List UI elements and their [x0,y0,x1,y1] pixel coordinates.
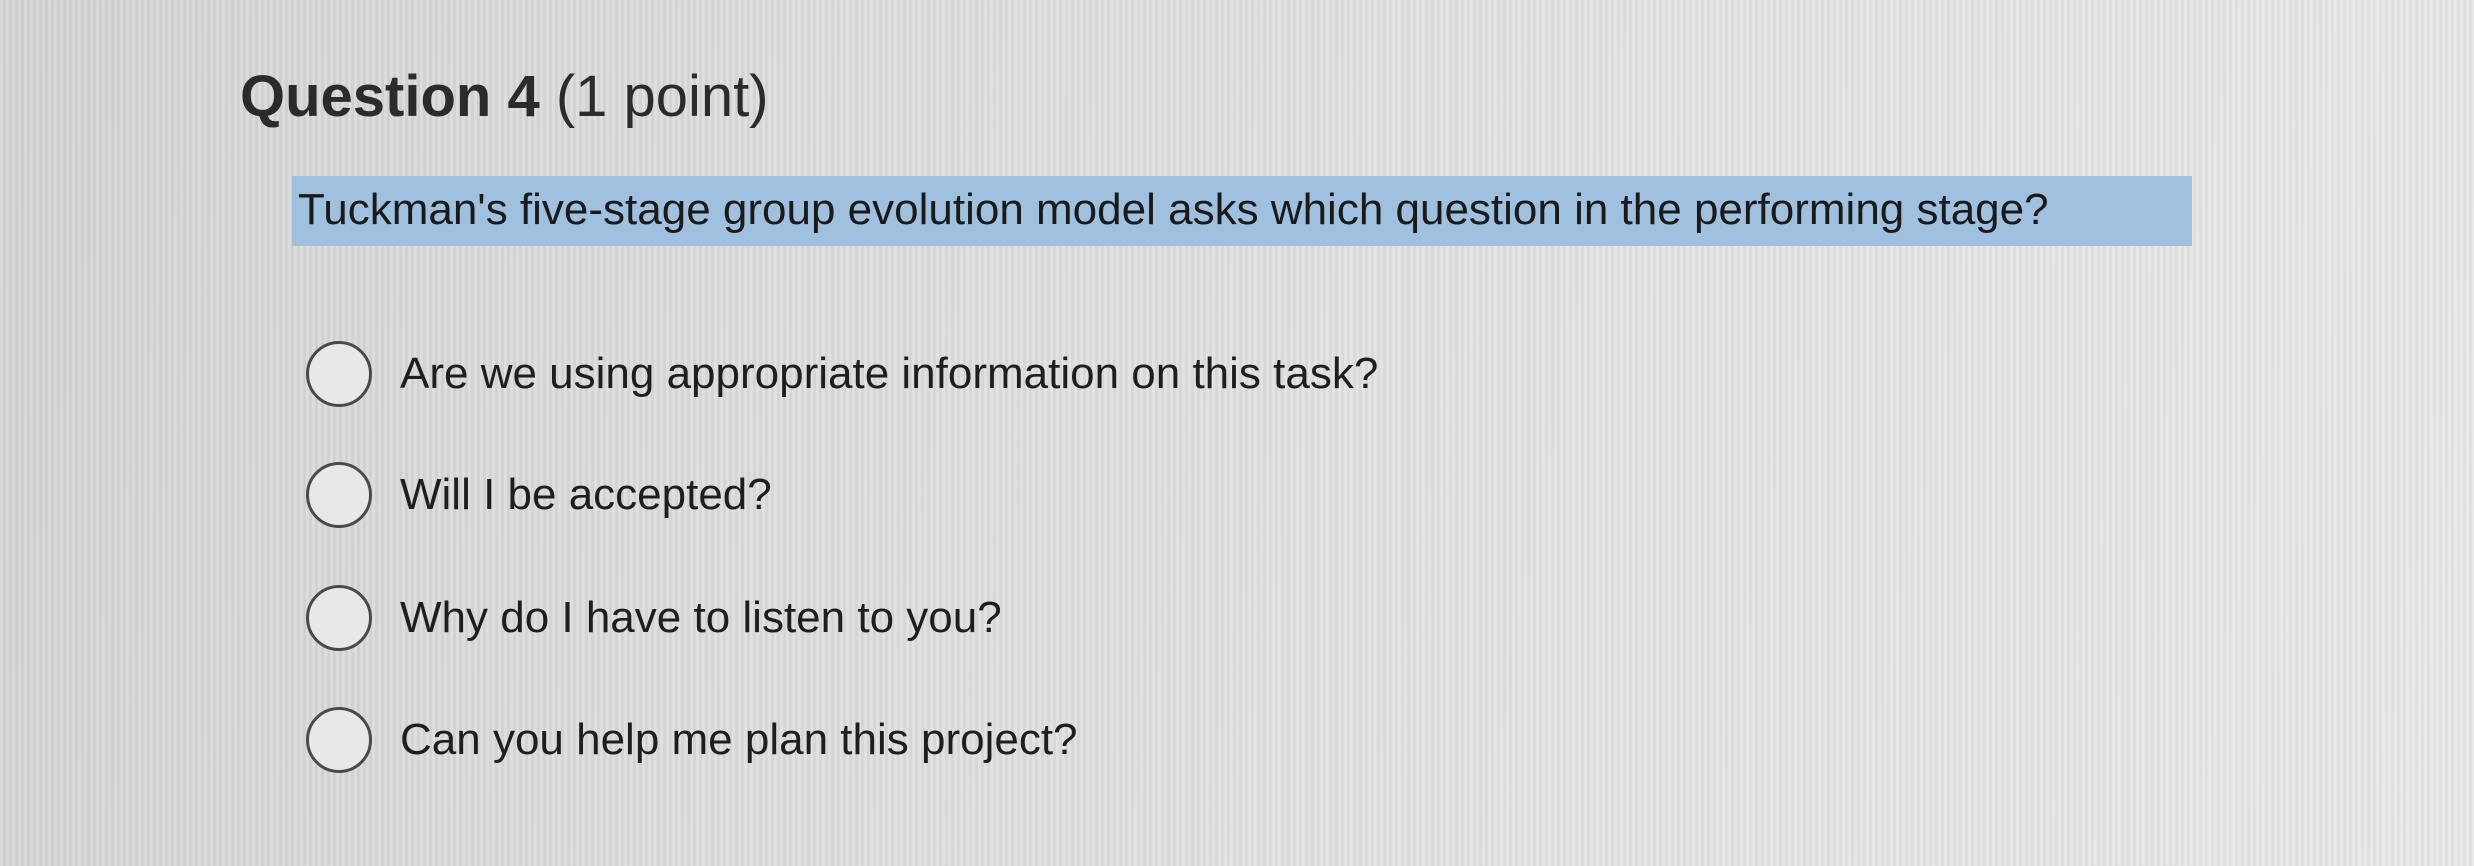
question-title: Question 4 [240,64,540,129]
answer-option-label[interactable]: Can you help me plan this project? [400,710,1078,770]
radio-button-1[interactable] [306,341,372,407]
answer-option-2[interactable]: Will I be accepted? [306,455,772,535]
answer-option-label[interactable]: Why do I have to listen to you? [400,588,1002,648]
question-prompt: Tuckman's five-stage group evolution mod… [298,185,2049,234]
answer-option-4[interactable]: Can you help me plan this project? [306,700,1078,780]
radio-button-2[interactable] [306,462,372,528]
quiz-question: Question 4 (1 point) Tuckman's five-stag… [0,0,2474,866]
answer-option-1[interactable]: Are we using appropriate information on … [306,334,1378,414]
answer-option-label[interactable]: Are we using appropriate information on … [400,344,1378,404]
radio-button-4[interactable] [306,707,372,773]
answer-option-label[interactable]: Will I be accepted? [400,465,772,525]
radio-button-3[interactable] [306,585,372,651]
question-heading: Question 4 (1 point) [240,62,769,132]
answer-option-3[interactable]: Why do I have to listen to you? [306,578,1002,658]
question-points: (1 point) [555,64,769,129]
